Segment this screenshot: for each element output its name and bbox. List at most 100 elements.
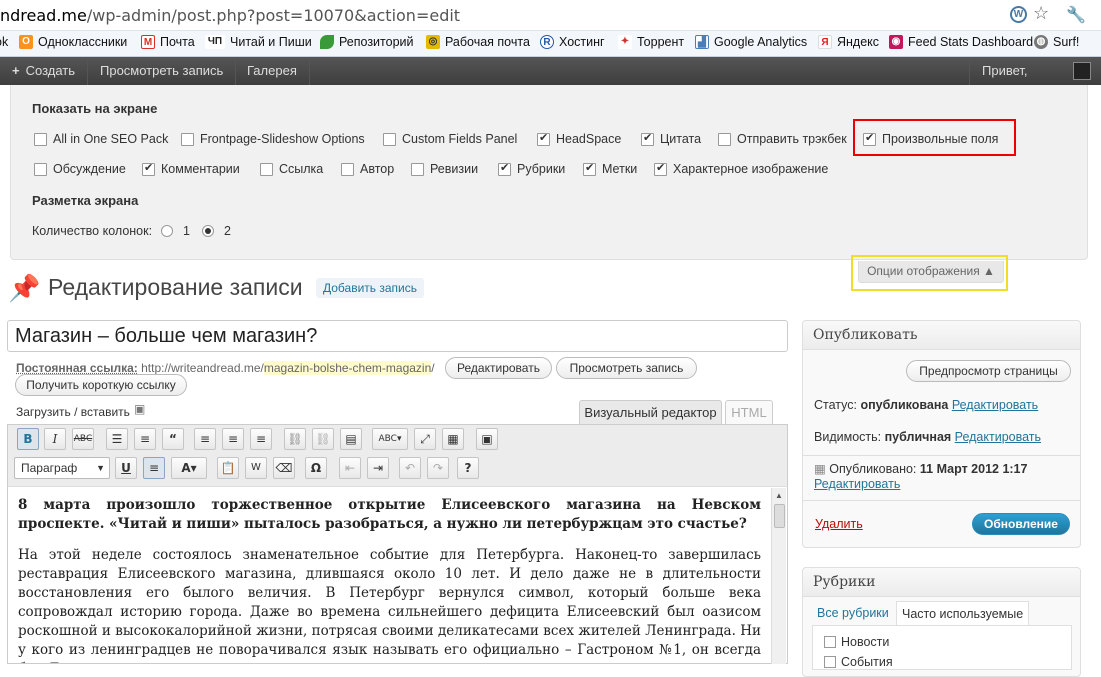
tab-visual[interactable]: Визуальный редактор (579, 400, 722, 424)
numbered-list-icon[interactable]: ≡ (134, 428, 156, 450)
categories-box-title[interactable]: Рубрики (803, 568, 1080, 597)
checkbox[interactable] (583, 161, 596, 176)
scroll-up-icon[interactable]: ▲ (775, 491, 783, 500)
option-tags[interactable]: Метки (583, 161, 637, 176)
align-right-icon[interactable]: ≡ (250, 428, 272, 450)
option-frontpage-slideshow[interactable]: Frontpage-Slideshow Options (181, 132, 365, 146)
italic-icon[interactable]: I (44, 428, 66, 450)
bookmark-odnoklassniki[interactable]: О Одноклассники (19, 35, 127, 49)
bullet-list-icon[interactable]: ☰ (106, 428, 128, 450)
get-shortlink-button[interactable]: Получить короткую ссылку (15, 374, 187, 396)
checkbox[interactable] (260, 162, 273, 176)
option-categories[interactable]: Рубрики (498, 161, 565, 176)
url-text[interactable]: ndread.me/wp-admin/post.php?post=10070&a… (0, 6, 460, 25)
columns-radio-2[interactable]: 2 (202, 224, 231, 238)
permalink-slug[interactable]: magazin-bolshe-chem-magazin (263, 361, 432, 375)
edit-date-link[interactable]: Редактировать (814, 477, 900, 491)
option-custom-fields-panel[interactable]: Custom Fields Panel (383, 132, 517, 146)
bookmark-analytics[interactable]: ▟ Google Analytics (695, 35, 807, 49)
checkbox[interactable] (537, 131, 550, 146)
wrench-icon[interactable]: 🔧 (1066, 5, 1086, 25)
update-button[interactable]: Обновление (972, 513, 1070, 535)
more-tag-icon[interactable]: ▤ (340, 428, 362, 450)
radio[interactable] (161, 225, 173, 237)
checkbox[interactable] (824, 656, 836, 668)
underline-icon[interactable]: U (115, 457, 137, 479)
option-slug[interactable]: Ссылка (260, 162, 323, 176)
view-post-link[interactable]: Просмотреть запись (88, 57, 237, 85)
paste-word-icon[interactable]: W (245, 457, 267, 479)
justify-icon[interactable]: ≡ (143, 457, 165, 479)
add-new-post-button[interactable]: Добавить запись (316, 278, 424, 298)
option-discussion[interactable]: Обсуждение (34, 162, 126, 176)
bookmark-hosting[interactable]: R Хостинг (540, 35, 605, 49)
option-revisions[interactable]: Ревизии (411, 162, 478, 176)
checkbox[interactable] (383, 132, 396, 146)
outdent-icon[interactable]: ⇤ (339, 457, 361, 479)
edit-status-link[interactable]: Редактировать (952, 398, 1038, 412)
publish-box-title[interactable]: Опубликовать (803, 321, 1080, 350)
bookmark-surf[interactable]: ◍ Surf! (1034, 35, 1079, 49)
checkbox[interactable] (34, 162, 47, 176)
option-excerpt[interactable]: Цитата (641, 131, 701, 146)
category-item[interactable]: Новости (824, 635, 889, 649)
checkbox[interactable] (411, 162, 424, 176)
add-media-icon[interactable]: ▣ (134, 402, 145, 416)
bookmark-yandex[interactable]: Я Яндекс (818, 35, 879, 49)
insert-media-icon[interactable]: ▣ (476, 428, 498, 450)
clear-formatting-icon[interactable]: ⌫ (273, 457, 295, 479)
tab-popular-categories[interactable]: Часто используемые (896, 601, 1030, 625)
checkbox[interactable] (142, 161, 155, 176)
edit-permalink-button[interactable]: Редактировать (445, 357, 552, 379)
bookmark-mail[interactable]: M Почта (141, 35, 195, 49)
view-post-button[interactable]: Просмотреть запись (556, 357, 697, 379)
wordpress-icon[interactable]: W (1010, 6, 1027, 23)
option-all-in-one-seo[interactable]: All in One SEO Pack (34, 132, 168, 146)
checkbox[interactable] (824, 636, 836, 648)
bookmark-work-mail[interactable]: ◎ Рабочая почта (426, 35, 530, 49)
fullscreen-icon[interactable]: ⤢ (414, 428, 436, 450)
option-send-trackbacks[interactable]: Отправить трэкбек (718, 132, 847, 146)
avatar[interactable] (1073, 62, 1091, 80)
editor-content[interactable]: 8 марта произошло торжественное открытие… (7, 486, 788, 664)
redo-icon[interactable]: ↷ (427, 457, 449, 479)
tab-all-categories[interactable]: Все рубрики (812, 601, 894, 625)
checkbox[interactable] (341, 162, 354, 176)
checkbox[interactable] (718, 132, 731, 146)
checkbox[interactable] (654, 161, 667, 176)
align-center-icon[interactable]: ≡ (222, 428, 244, 450)
address-bar[interactable]: ndread.me/wp-admin/post.php?post=10070&a… (0, 0, 1101, 31)
indent-icon[interactable]: ⇥ (367, 457, 389, 479)
link-icon[interactable]: ⛓ (284, 428, 306, 450)
post-title-input[interactable]: Магазин – больше чем магазин? (7, 320, 788, 352)
checkbox[interactable] (641, 131, 654, 146)
special-char-icon[interactable]: Ω (305, 457, 327, 479)
checkbox[interactable] (181, 132, 194, 146)
columns-radio-1[interactable]: 1 (161, 224, 190, 238)
bookmark-repo[interactable]: Репозиторий (320, 35, 414, 49)
bookmark-ok[interactable]: ok (0, 35, 8, 49)
option-author[interactable]: Автор (341, 162, 394, 176)
edit-visibility-link[interactable]: Редактировать (955, 430, 1041, 444)
spellcheck-icon[interactable]: ABC▾ (372, 428, 408, 450)
preview-button[interactable]: Предпросмотр страницы (906, 360, 1071, 382)
scroll-thumb[interactable] (774, 504, 785, 528)
checkbox[interactable] (34, 132, 47, 146)
tab-html[interactable]: HTML (725, 400, 773, 424)
delete-link[interactable]: Удалить (815, 517, 863, 531)
bookmark-chip[interactable]: ЧП Читай и Пиши (205, 35, 312, 49)
paste-text-icon[interactable]: 📋 (217, 457, 239, 479)
strikethrough-icon[interactable]: ABC (72, 428, 94, 450)
help-icon[interactable]: ? (457, 457, 479, 479)
option-featured-image[interactable]: Характерное изображение (654, 161, 828, 176)
gallery-link[interactable]: Галерея (235, 57, 310, 85)
align-left-icon[interactable]: ≡ (194, 428, 216, 450)
editor-scrollbar[interactable]: ▲ (771, 488, 786, 664)
kitchen-sink-icon[interactable]: ▦ (442, 428, 464, 450)
format-select[interactable]: Параграф (14, 457, 110, 479)
option-headspace[interactable]: HeadSpace (537, 131, 621, 146)
radio[interactable] (202, 225, 214, 237)
blockquote-icon[interactable]: “ (162, 428, 184, 450)
bookmark-torrent[interactable]: ✦ Торрент (618, 35, 684, 49)
bookmark-star-icon[interactable]: ☆ (1033, 3, 1049, 24)
